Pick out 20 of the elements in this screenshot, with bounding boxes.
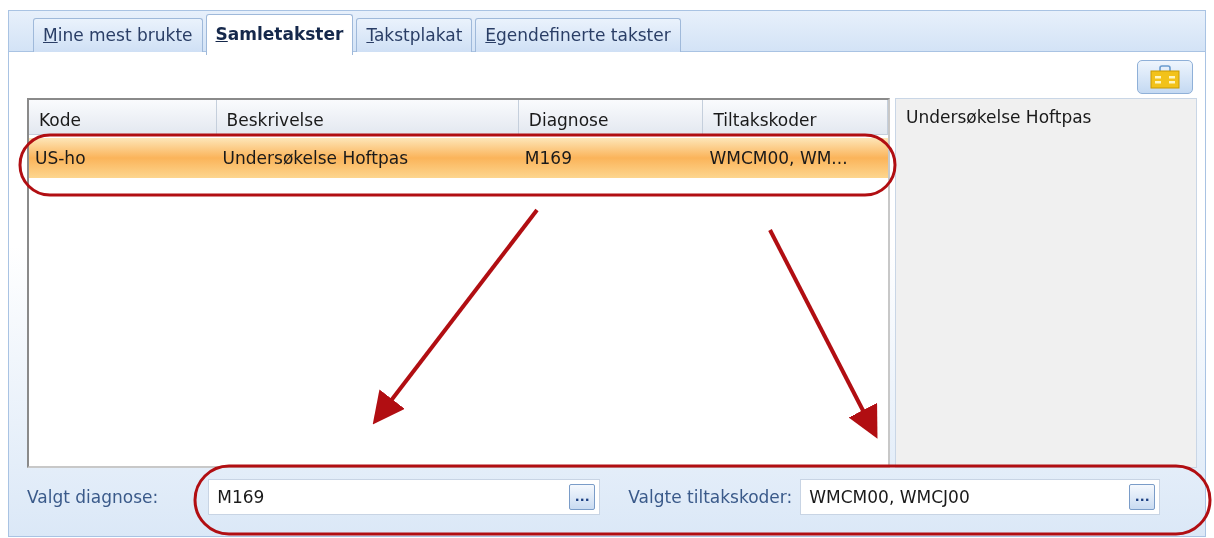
tab[interactable]: Mine mest brukte xyxy=(33,18,203,52)
field-label: Valgt diagnose: xyxy=(27,486,159,507)
tab[interactable]: Samletakster xyxy=(205,14,354,55)
input-field[interactable]: M169 ... xyxy=(208,478,601,515)
tab[interactable]: Egendefinerte takster xyxy=(475,18,681,52)
column-header[interactable]: Kode xyxy=(29,100,217,134)
column-header[interactable]: Diagnose xyxy=(518,100,704,134)
table-cell-text: M169 xyxy=(523,148,573,168)
browse-button[interactable]: ... xyxy=(569,483,596,510)
tab[interactable]: Takstplakat xyxy=(356,18,473,52)
table-cell-text: US-ho xyxy=(34,148,87,168)
table-cell-text: Undersøkelse Hoftpas xyxy=(221,148,410,168)
field-label: Valgte tiltakskoder: xyxy=(628,486,793,507)
table-row[interactable]: US-ho Undersøkelse Hoftpas M169 WMCM00, WM... xyxy=(29,138,888,178)
column-header[interactable]: Beskrivelse xyxy=(216,100,519,134)
table-cell-text: WMCM00, WM... xyxy=(708,148,849,168)
description-text: Undersøkelse Hoftpas xyxy=(906,107,1092,127)
column-header[interactable]: Tiltakskoder xyxy=(703,100,888,134)
browse-button[interactable]: ... xyxy=(1129,483,1156,510)
input-field[interactable]: WMCM00, WMCJ00 ... xyxy=(800,478,1161,515)
